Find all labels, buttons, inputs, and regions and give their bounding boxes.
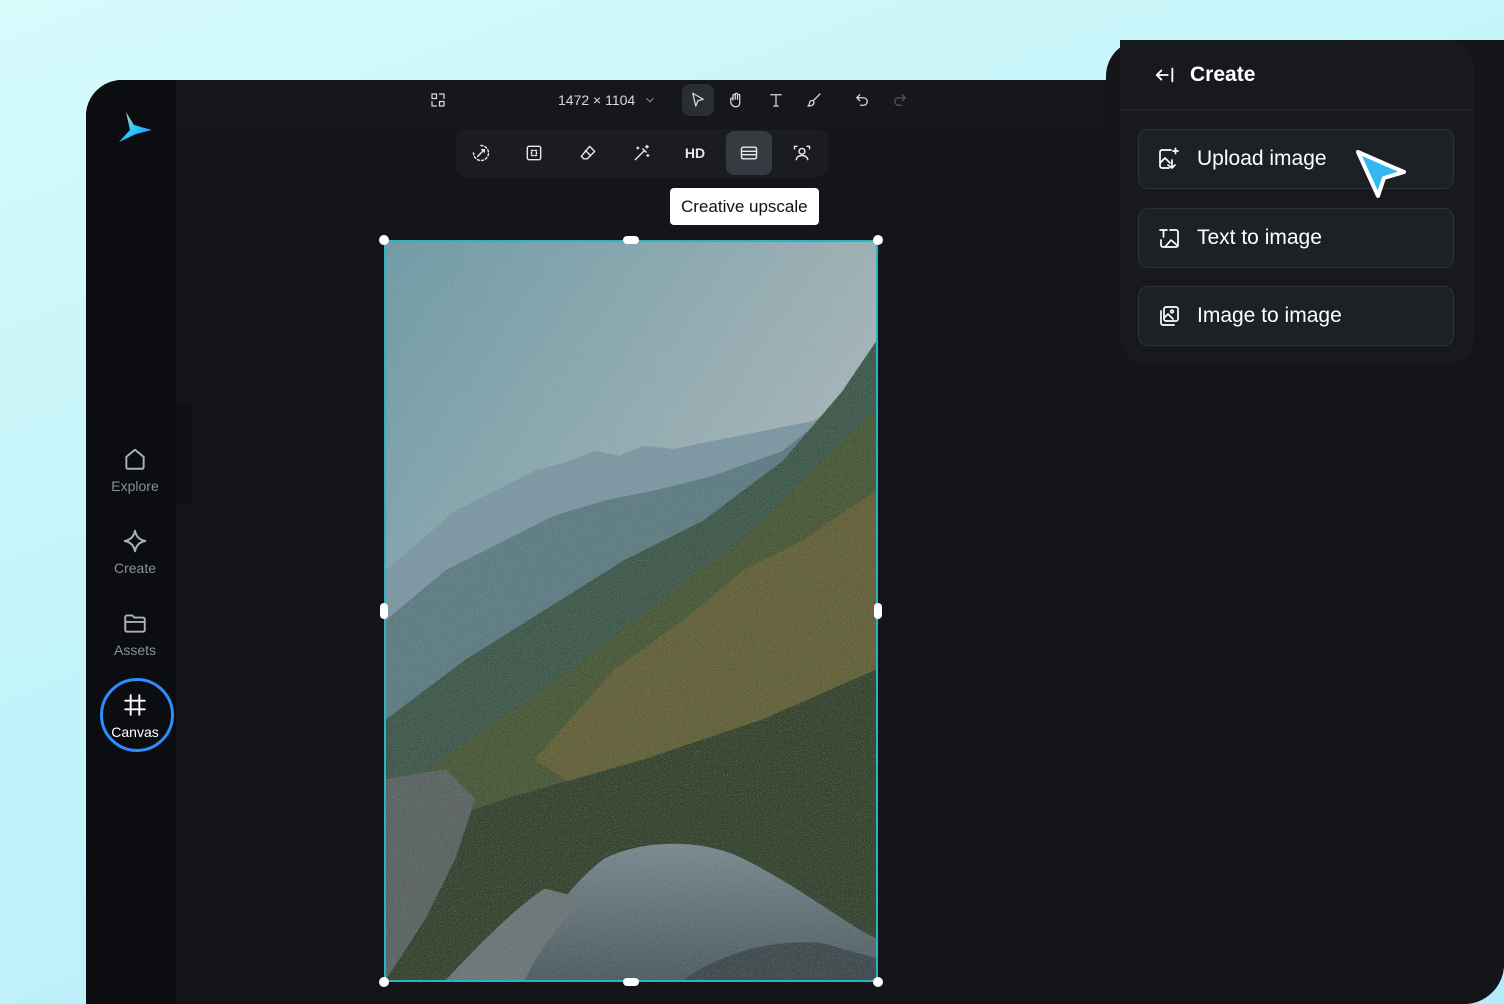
resize-handle-left[interactable] <box>380 603 388 619</box>
sidebar-item-label: Create <box>113 560 157 576</box>
text-to-image-icon <box>1159 229 1179 248</box>
brush-tool-button[interactable] <box>798 84 830 116</box>
resize-handle-bottom[interactable] <box>623 978 639 986</box>
upload-image-icon <box>1159 147 1179 169</box>
resize-handle-bottom-left[interactable] <box>379 977 389 987</box>
tooltip: Creative upscale <box>670 188 819 225</box>
canvas-size-value: 1472 × 1104 <box>558 92 636 108</box>
image-tools-toolbar: HD <box>456 129 828 177</box>
select-tool-button[interactable] <box>682 84 714 116</box>
undo-button[interactable] <box>846 84 878 116</box>
face-enhance-button[interactable] <box>779 131 825 175</box>
hd-button[interactable]: HD <box>672 131 718 175</box>
sparkle-icon <box>123 529 147 553</box>
resize-icon <box>431 93 445 107</box>
canvas-size-dropdown[interactable]: 1472 × 1104 <box>558 92 657 108</box>
panel-header: Create <box>1120 40 1474 110</box>
page-background: Explore Create Assets Canvas 1472 × 1104 <box>0 0 1504 1004</box>
crop-button[interactable] <box>511 131 557 175</box>
creative-upscale-button[interactable] <box>726 131 772 175</box>
option-label: Upload image <box>1197 147 1327 170</box>
redo-icon <box>894 94 906 106</box>
sidebar-divider <box>176 404 192 504</box>
canvas-image[interactable] <box>384 240 878 982</box>
magic-wand-button[interactable] <box>619 131 665 175</box>
remove-background-icon <box>472 144 490 162</box>
brand-logo <box>119 112 152 142</box>
undo-icon <box>856 94 868 106</box>
resize-handle-top-left[interactable] <box>379 235 389 245</box>
resize-handle-bottom-right[interactable] <box>873 977 883 987</box>
sidebar-item-label: Assets <box>113 642 156 658</box>
collapse-panel-icon[interactable] <box>1154 64 1176 86</box>
option-label: Image to image <box>1197 304 1342 327</box>
resize-handle-top[interactable] <box>623 236 639 244</box>
image-to-image-button[interactable]: Image to image <box>1138 286 1454 346</box>
active-nav-highlight <box>100 678 174 752</box>
resize-button[interactable] <box>422 84 454 116</box>
resize-handle-top-right[interactable] <box>873 235 883 245</box>
face-enhance-icon <box>793 145 811 161</box>
image-to-image-icon <box>1160 306 1179 326</box>
hand-tool-button[interactable] <box>720 84 752 116</box>
remove-background-button[interactable] <box>458 131 504 175</box>
text-to-image-button[interactable]: Text to image <box>1138 208 1454 268</box>
redo-button[interactable] <box>884 84 916 116</box>
pointer-cursor-icon <box>1356 150 1406 198</box>
create-panel: Create Upload image Text to image Image … <box>1120 40 1474 365</box>
panel-title: Create <box>1190 62 1256 86</box>
resize-handle-right[interactable] <box>874 603 882 619</box>
landscape-photo <box>386 242 876 980</box>
sidebar-item-label: Explore <box>111 478 159 494</box>
hd-label: HD <box>684 145 706 161</box>
chevron-down-icon <box>646 97 655 103</box>
magic-wand-icon <box>634 144 650 161</box>
hand-icon <box>730 92 741 108</box>
option-label: Text to image <box>1197 226 1322 249</box>
text-tool-button[interactable] <box>760 84 792 116</box>
brush-icon <box>807 93 821 107</box>
eraser-button[interactable] <box>565 131 611 175</box>
sidebar-item-create[interactable]: Create <box>86 516 184 588</box>
text-icon <box>770 94 782 107</box>
folder-icon <box>124 614 146 633</box>
sidebar: Explore Create Assets Canvas <box>86 80 176 1004</box>
top-toolbar: 1472 × 1104 <box>176 80 1206 124</box>
home-icon <box>125 448 145 470</box>
sidebar-item-explore[interactable]: Explore <box>86 434 184 506</box>
sidebar-item-assets[interactable]: Assets <box>86 598 184 670</box>
crop-icon <box>526 145 542 161</box>
eraser-icon <box>580 145 596 160</box>
creative-upscale-icon <box>740 146 758 160</box>
select-arrow-icon <box>692 92 704 107</box>
